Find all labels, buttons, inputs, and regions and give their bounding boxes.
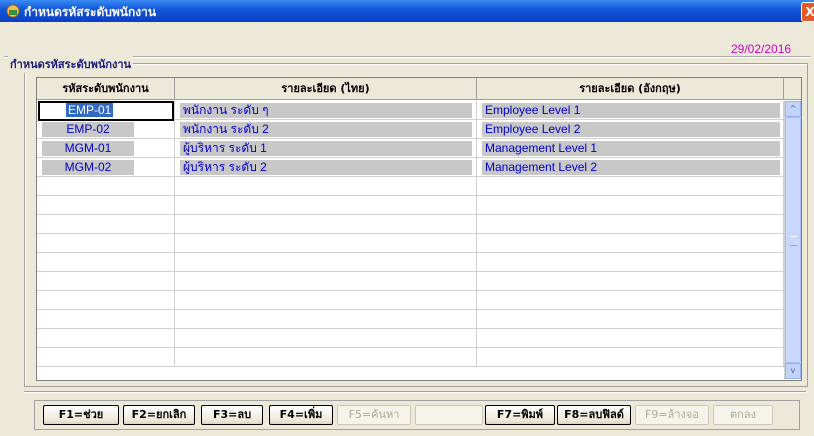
cell-eng-value[interactable]: Employee Level 1	[482, 103, 780, 118]
cell-thai[interactable]	[175, 253, 477, 272]
cell-code[interactable]	[37, 177, 175, 196]
title-bar: กำหนดรหัสระดับพนักงาน X	[0, 0, 814, 22]
cell-code[interactable]	[37, 310, 175, 329]
cell-thai[interactable]: ผู้บริหาร ระดับ 1	[175, 139, 477, 158]
cell-eng[interactable]	[477, 234, 784, 253]
cell-eng[interactable]: Management Level 2	[477, 158, 784, 177]
cell-eng-value[interactable]: Management Level 2	[482, 160, 780, 175]
table-row[interactable]	[37, 196, 801, 215]
help-button[interactable]: F1=ช่วย	[43, 405, 119, 425]
table-row[interactable]	[37, 310, 801, 329]
cell-eng[interactable]	[477, 329, 784, 348]
print-button[interactable]: F7=พิมพ์	[485, 405, 555, 425]
header-code[interactable]: รหัสระดับพนักงาน	[37, 78, 175, 100]
button-bar: F1=ช่วย F2=ยกเลิก F3=ลบ F4=เพิ่ม F5=ค้นห…	[34, 400, 800, 430]
cell-eng-value[interactable]: Employee Level 2	[482, 122, 780, 137]
cell-thai[interactable]	[175, 272, 477, 291]
cell-eng[interactable]: Employee Level 1	[477, 101, 784, 120]
header-thai[interactable]: รายละเอียด (ไทย)	[175, 78, 477, 100]
cell-thai[interactable]	[175, 196, 477, 215]
clear-screen-button[interactable]: F9=ล้างจอ	[635, 405, 709, 425]
cell-thai[interactable]	[175, 291, 477, 310]
cell-code[interactable]: EMP-02	[37, 120, 175, 139]
cell-code[interactable]	[37, 272, 175, 291]
search-button[interactable]: F5=ค้นหา	[337, 405, 411, 425]
cell-eng[interactable]	[477, 348, 784, 367]
cell-code[interactable]	[37, 329, 175, 348]
cell-thai-value[interactable]: ผู้บริหาร ระดับ 1	[180, 141, 472, 156]
header-english[interactable]: รายละเอียด (อังกฤษ)	[477, 78, 784, 100]
cancel-button[interactable]: F2=ยกเลิก	[123, 405, 195, 425]
add-button[interactable]: F4=เพิ่ม	[269, 405, 333, 425]
table-row[interactable]	[37, 291, 801, 310]
cell-thai-value[interactable]: ผู้บริหาร ระดับ 2	[180, 160, 472, 175]
table-row[interactable]: EMP-02 พนักงาน ระดับ 2 Employee Level 2	[37, 120, 801, 139]
focused-cell-outline	[38, 101, 174, 121]
level-grid[interactable]: รหัสระดับพนักงาน รายละเอียด (ไทย) รายละเ…	[36, 77, 802, 381]
table-row[interactable]: MGM-01 ผู้บริหาร ระดับ 1 Management Level …	[37, 139, 801, 158]
group-label: กำหนดรหัสระดับพนักงาน	[8, 55, 134, 73]
cell-thai[interactable]	[175, 329, 477, 348]
cell-code-value[interactable]: MGM-01	[42, 141, 134, 156]
scroll-up-button[interactable]: ^	[785, 101, 801, 117]
cell-eng[interactable]	[477, 215, 784, 234]
bottom-divider	[24, 391, 806, 393]
cell-eng[interactable]: Management Level 1	[477, 139, 784, 158]
cell-thai[interactable]: ผู้บริหาร ระดับ 2	[175, 158, 477, 177]
cell-code[interactable]	[37, 215, 175, 234]
chevron-down-icon: v	[790, 366, 796, 375]
table-row[interactable]	[37, 272, 801, 291]
cell-thai[interactable]	[175, 234, 477, 253]
window-title: กำหนดรหัสระดับพนักงาน	[24, 5, 157, 19]
blank-button[interactable]	[415, 405, 483, 425]
cell-thai-value[interactable]: พนักงาน ระดับ ๆ	[180, 103, 472, 118]
scroll-down-button[interactable]: v	[785, 363, 801, 379]
cell-thai[interactable]: พนักงาน ระดับ 2	[175, 120, 477, 139]
table-row[interactable]	[37, 329, 801, 348]
cell-thai[interactable]	[175, 348, 477, 367]
table-row[interactable]	[37, 234, 801, 253]
cell-code[interactable]	[37, 253, 175, 272]
close-button[interactable]: X	[801, 2, 814, 22]
table-row[interactable]: MGM-02 ผู้บริหาร ระดับ 2 Management Level …	[37, 158, 801, 177]
vertical-scrollbar[interactable]: ^ v	[784, 101, 801, 379]
grip-icon	[790, 236, 797, 246]
cell-eng[interactable]	[477, 196, 784, 215]
current-date: 29/02/2016	[731, 42, 792, 56]
table-row[interactable]	[37, 253, 801, 272]
cell-eng[interactable]	[477, 291, 784, 310]
cell-eng[interactable]	[477, 272, 784, 291]
cell-thai[interactable]	[175, 310, 477, 329]
cell-eng[interactable]	[477, 310, 784, 329]
app-icon	[6, 4, 20, 18]
cell-code[interactable]: MGM-02	[37, 158, 175, 177]
cell-code[interactable]	[37, 234, 175, 253]
delete-button[interactable]: F3=ลบ	[201, 405, 263, 425]
cell-eng-value[interactable]: Management Level 1	[482, 141, 780, 156]
header-corner	[784, 78, 801, 100]
chevron-up-icon: ^	[789, 104, 797, 113]
table-row[interactable]	[37, 348, 801, 367]
cell-thai[interactable]: พนักงาน ระดับ ๆ	[175, 101, 477, 120]
cell-thai[interactable]	[175, 215, 477, 234]
cell-eng[interactable]: Employee Level 2	[477, 120, 784, 139]
table-row[interactable]	[37, 177, 801, 196]
cell-eng[interactable]	[477, 253, 784, 272]
cell-code-value[interactable]: MGM-02	[42, 160, 134, 175]
cell-thai-value[interactable]: พนักงาน ระดับ 2	[180, 122, 472, 137]
scroll-thumb[interactable]	[785, 117, 801, 363]
cell-code[interactable]	[37, 348, 175, 367]
cell-code[interactable]	[37, 196, 175, 215]
cell-code-value[interactable]: EMP-02	[42, 122, 134, 137]
cell-eng[interactable]	[477, 177, 784, 196]
delete-field-button[interactable]: F8=ลบฟิลด์	[557, 405, 631, 425]
cell-code[interactable]: MGM-01	[37, 139, 175, 158]
cell-code[interactable]	[37, 291, 175, 310]
cell-thai[interactable]	[175, 177, 477, 196]
table-row[interactable]	[37, 215, 801, 234]
ok-button[interactable]: ตกลง	[713, 405, 773, 425]
